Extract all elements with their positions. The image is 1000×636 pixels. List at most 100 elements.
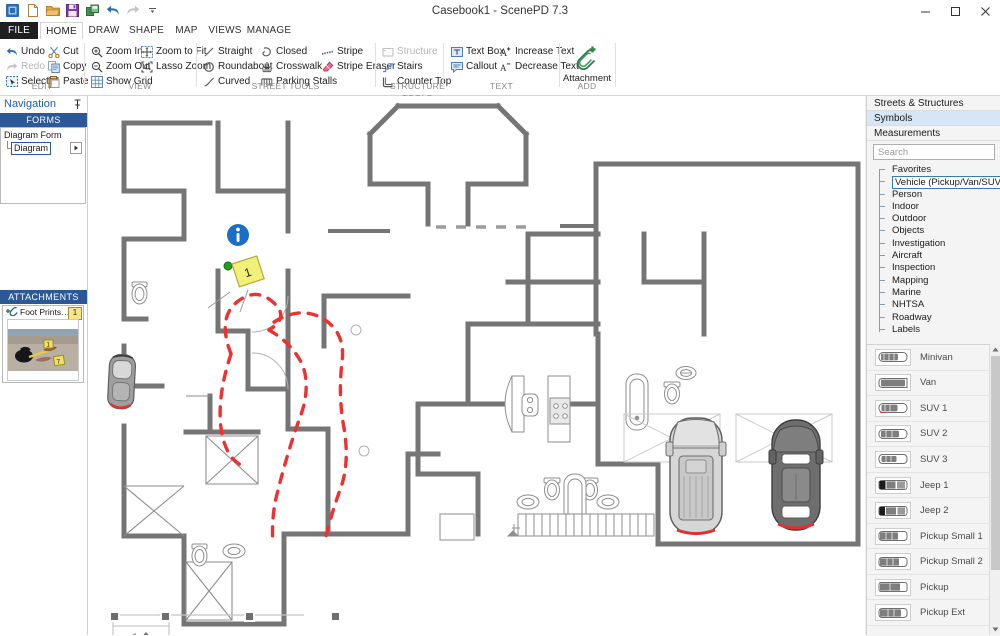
canvas-vehicle-indoor	[107, 354, 136, 409]
forms-section-header: FORMS	[0, 113, 87, 127]
search-input-wrapper[interactable]	[873, 144, 995, 160]
category-outdoor[interactable]: Outdoor	[867, 213, 1000, 225]
symbol-item-pickup-small-2[interactable]: Pickup Small 2	[867, 549, 1000, 575]
zoom-in-icon	[90, 45, 103, 58]
cut-button[interactable]: Cut	[47, 44, 79, 59]
structure-button[interactable]: Structure	[381, 44, 438, 59]
symbol-item-jeep-1[interactable]: Jeep 1	[867, 473, 1000, 499]
category-label: Objects	[892, 225, 924, 236]
category-marine[interactable]: Marine	[867, 287, 1000, 299]
zoom-in-button[interactable]: Zoom In	[90, 44, 143, 59]
symbol-list-scrollbar[interactable]	[989, 344, 1000, 635]
category-vehicle[interactable]: Vehicle (Pickup/Van/SUV)	[867, 176, 1000, 188]
increase-text-icon: A	[499, 45, 512, 58]
symbol-label: Pickup Small 1	[920, 531, 983, 542]
svg-text:A: A	[500, 48, 508, 58]
category-label: Labels	[892, 324, 920, 335]
forms-item-diagram[interactable]: Diagram	[11, 142, 51, 155]
stripe-button[interactable]: Stripe	[321, 44, 363, 59]
category-aircraft[interactable]: Aircraft	[867, 250, 1000, 262]
text-box-button[interactable]: Text Box	[450, 44, 504, 59]
symbol-label: Van	[920, 377, 936, 388]
category-inspection[interactable]: Inspection	[867, 262, 1000, 274]
crosswalk-icon	[260, 60, 273, 73]
tab-file[interactable]: FILE	[0, 22, 38, 39]
close-button[interactable]	[970, 0, 1000, 22]
crosswalk-button[interactable]: Crosswalk	[260, 59, 322, 74]
callout-label: Callout	[466, 59, 497, 74]
symbol-item-minivan[interactable]: Minivan	[867, 345, 1000, 371]
accordion-measurements[interactable]: Measurements	[867, 126, 1000, 141]
forms-expander-button[interactable]	[70, 142, 82, 154]
attachment-thumbnail[interactable]: 1 7	[7, 319, 79, 381]
category-roadway[interactable]: Roadway	[867, 312, 1000, 324]
symbol-item-suv-1[interactable]: SUV 1	[867, 396, 1000, 422]
symbol-label: Pickup Ext	[920, 607, 965, 618]
category-favorites[interactable]: Favorites	[867, 164, 1000, 176]
category-label: Favorites	[892, 164, 931, 175]
crosswalk-label: Crosswalk	[276, 59, 322, 74]
window-controls	[910, 0, 1000, 22]
category-label: Vehicle (Pickup/Van/SUV)	[892, 176, 1000, 189]
category-nhtsa[interactable]: NHTSA	[867, 299, 1000, 311]
symbol-item-pickup-ext[interactable]: Pickup Ext	[867, 600, 1000, 626]
symbol-item-jeep-2[interactable]: Jeep 2	[867, 498, 1000, 524]
minimize-button[interactable]	[910, 0, 940, 22]
symbol-label: Pickup Small 2	[920, 556, 983, 567]
category-labels[interactable]: Labels	[867, 324, 1000, 336]
tab-manage[interactable]: MANAGE	[245, 22, 293, 39]
tab-draw[interactable]: DRAW	[83, 22, 125, 39]
accordion-streets-structures[interactable]: Streets & Structures	[867, 96, 1000, 111]
minivan-icon	[875, 349, 911, 366]
callout-button[interactable]: Callout	[450, 59, 497, 74]
category-person[interactable]: Person	[867, 189, 1000, 201]
copy-button[interactable]: Copy	[47, 59, 86, 74]
diagram-canvas[interactable]: 1	[88, 96, 865, 635]
stairs-label: Stairs	[397, 59, 423, 74]
point-marker	[224, 262, 232, 270]
zoom-fit-icon	[140, 45, 153, 58]
closed-button[interactable]: Closed	[260, 44, 307, 59]
forms-root-label: Diagram Form	[4, 130, 62, 140]
stairs-button[interactable]: Stairs	[381, 59, 423, 74]
suv-2-icon	[875, 425, 911, 442]
tab-views[interactable]: VIEWS	[205, 22, 245, 39]
straight-button[interactable]: Straight	[202, 44, 252, 59]
category-objects[interactable]: Objects	[867, 225, 1000, 237]
category-label: NHTSA	[892, 299, 924, 310]
attachment-button[interactable]: Attachment	[560, 43, 614, 84]
attachment-name: Foot Prints Cro...	[20, 307, 70, 317]
scroll-down-arrow-icon[interactable]	[990, 624, 1000, 635]
pickup-small-1-icon	[875, 528, 911, 545]
category-investigation[interactable]: Investigation	[867, 238, 1000, 250]
pickup-small-2-icon	[875, 553, 911, 570]
category-mapping[interactable]: Mapping	[867, 275, 1000, 287]
tab-map[interactable]: MAP	[168, 22, 205, 39]
accordion-symbols[interactable]: Symbols	[867, 111, 1000, 126]
tab-shape[interactable]: SHAPE	[125, 22, 168, 39]
category-label: Mapping	[892, 275, 928, 286]
symbol-item-van[interactable]: Van	[867, 371, 1000, 397]
group-label-edit: EDIT	[0, 80, 84, 92]
scrollbar-thumb[interactable]	[991, 356, 1000, 570]
scroll-up-arrow-icon[interactable]	[990, 344, 1000, 355]
tab-home[interactable]: HOME	[40, 22, 83, 39]
search-input[interactable]	[874, 145, 994, 159]
attachment-item[interactable]: Foot Prints Cro... 1 1 7	[2, 305, 84, 383]
maximize-button[interactable]	[940, 0, 970, 22]
svg-text:A: A	[500, 63, 507, 73]
navigation-panel: Navigation FORMS Diagram Form Diagram AT…	[0, 96, 88, 635]
undo-button[interactable]: Undo	[5, 44, 45, 59]
symbol-item-suv-3[interactable]: SUV 3	[867, 447, 1000, 473]
redo-button[interactable]: Redo	[5, 59, 45, 74]
category-indoor[interactable]: Indoor	[867, 201, 1000, 213]
symbol-item-pickup-small-1[interactable]: Pickup Small 1	[867, 524, 1000, 550]
straight-line-icon	[202, 45, 215, 58]
pin-icon[interactable]	[73, 99, 82, 113]
symbol-list[interactable]: Minivan Van SUV 1 SUV 2 SUV 3 Jeep 1	[867, 344, 1000, 636]
symbol-item-pickup[interactable]: Pickup	[867, 575, 1000, 601]
symbol-label: Jeep 1	[920, 480, 949, 491]
symbol-item-suv-2[interactable]: SUV 2	[867, 422, 1000, 448]
roundabout-icon	[202, 60, 215, 73]
suv-3-icon	[875, 451, 911, 468]
